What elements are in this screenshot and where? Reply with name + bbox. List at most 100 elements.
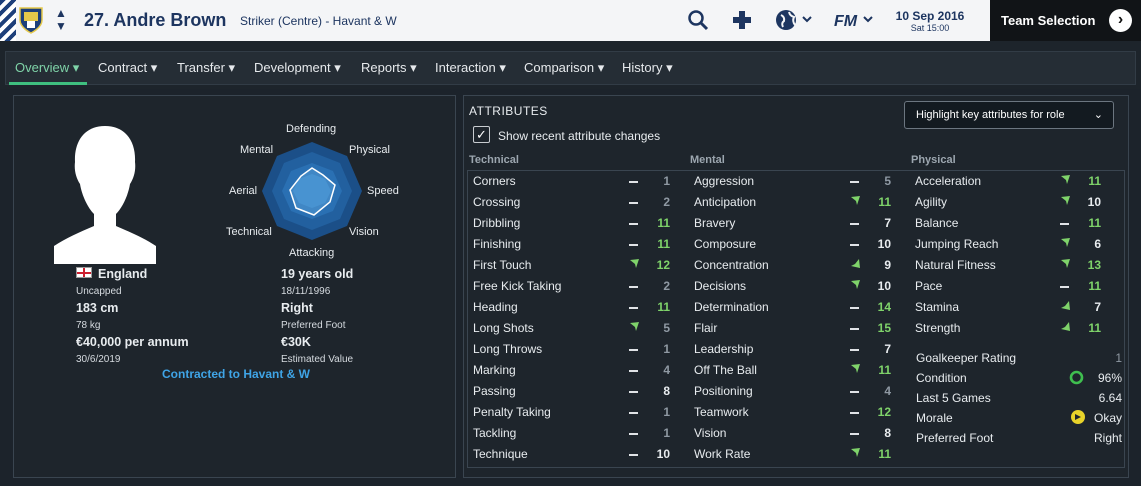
attribute-up-arrow-icon bbox=[629, 321, 640, 335]
attribute-row[interactable]: Determination 14 bbox=[694, 296, 899, 317]
show-changes-checkbox[interactable]: ✓ bbox=[473, 126, 490, 143]
attribute-row[interactable]: Acceleration 11 bbox=[915, 170, 1120, 191]
attribute-row[interactable]: Natural Fitness 13 bbox=[915, 254, 1120, 275]
attribute-up-arrow-icon bbox=[850, 258, 861, 272]
attribute-row[interactable]: Pace 11 bbox=[915, 275, 1120, 296]
estimated-value: €30K bbox=[281, 335, 311, 349]
attribute-row[interactable]: Anticipation 11 bbox=[694, 191, 899, 212]
attribute-value: 6 bbox=[1094, 237, 1101, 251]
current-date[interactable]: 10 Sep 2016 bbox=[880, 9, 980, 23]
attribute-row[interactable]: Teamwork 12 bbox=[694, 401, 899, 422]
tab-interaction[interactable]: Interaction ▾ bbox=[435, 60, 506, 76]
attribute-name: Teamwork bbox=[694, 405, 749, 419]
highlight-role-dropdown[interactable]: Highlight key attributes for role ⌄ bbox=[904, 101, 1114, 129]
attribute-row[interactable]: Strength 11 bbox=[915, 317, 1120, 338]
attribute-row[interactable]: Free Kick Taking 2 bbox=[473, 275, 678, 296]
fm-logo-icon[interactable]: FM bbox=[834, 10, 876, 35]
tab-development[interactable]: Development ▾ bbox=[254, 60, 341, 76]
attribute-row[interactable]: Tackling 1 bbox=[473, 422, 678, 443]
attribute-up-arrow-icon bbox=[850, 279, 861, 293]
plus-icon[interactable] bbox=[731, 9, 753, 36]
tab-contract[interactable]: Contract ▾ bbox=[98, 60, 157, 76]
attribute-row[interactable]: Long Shots 5 bbox=[473, 317, 678, 338]
attribute-row[interactable]: First Touch 12 bbox=[473, 254, 678, 275]
attribute-row[interactable]: Passing 8 bbox=[473, 380, 678, 401]
attribute-row[interactable]: Dribbling 11 bbox=[473, 212, 678, 233]
attribute-row[interactable]: Off The Ball 11 bbox=[694, 359, 899, 380]
attribute-name: Strength bbox=[915, 321, 961, 335]
attribute-row[interactable]: Balance 11 bbox=[915, 212, 1120, 233]
attribute-row[interactable]: Penalty Taking 1 bbox=[473, 401, 678, 422]
attribute-name: Heading bbox=[473, 300, 518, 314]
contracted-link[interactable]: Contracted to Havant & W bbox=[162, 367, 310, 381]
attribute-name: Agility bbox=[915, 195, 948, 209]
chevron-down-icon[interactable]: ▼ bbox=[54, 20, 68, 33]
extra-info-value: 6.64 bbox=[1098, 391, 1122, 405]
attribute-name: Leadership bbox=[694, 342, 754, 356]
tab-comparison[interactable]: Comparison ▾ bbox=[524, 60, 604, 76]
attribute-value: 1 bbox=[663, 426, 670, 440]
nationality[interactable]: England bbox=[98, 267, 147, 281]
attribute-row[interactable]: Work Rate 11 bbox=[694, 443, 899, 464]
attribute-row[interactable]: Concentration 9 bbox=[694, 254, 899, 275]
attribute-row[interactable]: Composure 10 bbox=[694, 233, 899, 254]
attribute-row[interactable]: Agility 10 bbox=[915, 191, 1120, 212]
extra-info-label: Condition bbox=[916, 371, 967, 385]
no-change-icon bbox=[850, 174, 859, 186]
team-selection-button[interactable]: Team Selection › bbox=[990, 0, 1141, 41]
attribute-value: 5 bbox=[884, 174, 891, 188]
attribute-value: 7 bbox=[1094, 300, 1101, 314]
chevron-down-icon: ⌄ bbox=[1093, 109, 1103, 121]
attribute-row[interactable]: Corners 1 bbox=[473, 170, 678, 191]
attribute-row[interactable]: Stamina 7 bbox=[915, 296, 1120, 317]
attribute-row[interactable]: Decisions 10 bbox=[694, 275, 899, 296]
attribute-value: 9 bbox=[884, 258, 891, 272]
wheel-label-mental: Mental bbox=[240, 144, 274, 156]
extra-info-value: 96% bbox=[1097, 371, 1122, 385]
attribute-value: 4 bbox=[884, 384, 891, 398]
attribute-up-arrow-icon bbox=[1060, 195, 1071, 209]
attribute-row[interactable]: Flair 15 bbox=[694, 317, 899, 338]
attribute-row[interactable]: Bravery 7 bbox=[694, 212, 899, 233]
attribute-name: Jumping Reach bbox=[915, 237, 999, 251]
show-changes-label[interactable]: Show recent attribute changes bbox=[498, 129, 660, 143]
attribute-name: Determination bbox=[694, 300, 769, 314]
no-change-icon bbox=[629, 405, 638, 417]
attribute-name: Free Kick Taking bbox=[473, 279, 562, 293]
attribute-row[interactable]: Marking 4 bbox=[473, 359, 678, 380]
attribute-name: Technique bbox=[473, 447, 528, 461]
extra-info-value[interactable]: Okay bbox=[1094, 411, 1122, 425]
attribute-row[interactable]: Crossing 2 bbox=[473, 191, 678, 212]
attribute-row[interactable]: Leadership 7 bbox=[694, 338, 899, 359]
tab-reports[interactable]: Reports ▾ bbox=[361, 60, 417, 76]
attribute-row[interactable]: Aggression 5 bbox=[694, 170, 899, 191]
attribute-name: Bravery bbox=[694, 216, 736, 230]
svg-text:FM: FM bbox=[834, 13, 858, 30]
attribute-row[interactable]: Jumping Reach 6 bbox=[915, 233, 1120, 254]
attribute-name: Corners bbox=[473, 174, 516, 188]
tab-history[interactable]: History ▾ bbox=[622, 60, 673, 76]
player-scroll-arrows[interactable]: ▲ ▼ bbox=[54, 7, 68, 35]
no-change-icon bbox=[629, 174, 638, 186]
attribute-row[interactable]: Positioning 4 bbox=[694, 380, 899, 401]
attribute-row[interactable]: Technique 10 bbox=[473, 443, 678, 464]
date-of-birth: 18/11/1996 bbox=[281, 286, 331, 297]
attribute-row[interactable]: Finishing 11 bbox=[473, 233, 678, 254]
club-badge-icon[interactable] bbox=[18, 6, 44, 35]
attribute-name: Anticipation bbox=[694, 195, 757, 209]
attribute-row[interactable]: Long Throws 1 bbox=[473, 338, 678, 359]
tab-overview[interactable]: Overview ▾ bbox=[15, 60, 79, 76]
tab-label: Contract bbox=[98, 60, 148, 75]
attribute-row[interactable]: Vision 8 bbox=[694, 422, 899, 443]
attribute-name: Tackling bbox=[473, 426, 517, 440]
height: 183 cm bbox=[76, 301, 119, 315]
search-icon[interactable] bbox=[687, 9, 709, 36]
attribute-row[interactable]: Heading 11 bbox=[473, 296, 678, 317]
attribute-name: Finishing bbox=[473, 237, 522, 251]
no-change-icon bbox=[850, 384, 859, 396]
no-change-icon bbox=[850, 300, 859, 312]
attribute-value: 11 bbox=[657, 216, 670, 230]
tab-transfer[interactable]: Transfer ▾ bbox=[177, 60, 235, 76]
globe-icon[interactable] bbox=[775, 9, 815, 36]
attribute-name: Crossing bbox=[473, 195, 521, 209]
